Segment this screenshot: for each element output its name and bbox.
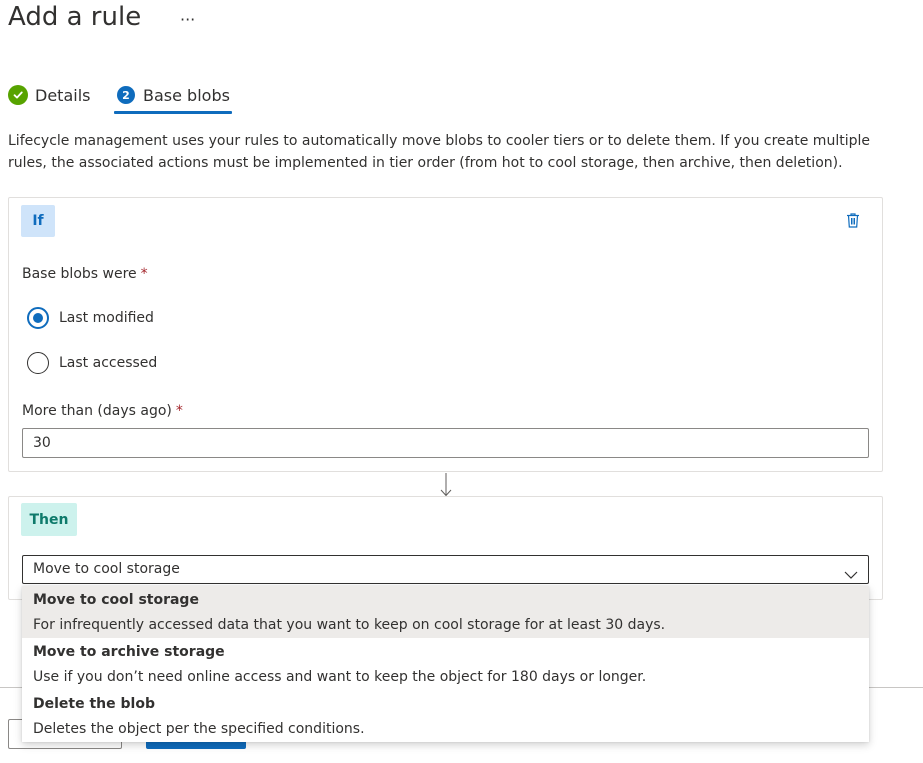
radio-last-modified-label: Last modified [59, 310, 154, 326]
option-title: Delete the blob [33, 696, 155, 712]
radio-dot [33, 313, 43, 323]
radio-last-accessed-label: Last accessed [59, 355, 158, 371]
then-action-card [8, 496, 883, 600]
active-tab-indicator [114, 111, 232, 114]
radio-last-modified[interactable]: Last modified [27, 307, 154, 329]
description-text: Lifecycle management uses your rules to … [8, 133, 870, 171]
action-dropdown-value: Move to cool storage [33, 561, 180, 577]
checkmark-icon [8, 85, 28, 105]
option-description: Use if you don’t need online access and … [33, 669, 647, 685]
days-label-text: More than (days ago) [22, 403, 172, 419]
required-marker: * [175, 403, 183, 419]
option-move-to-archive[interactable]: Move to archive storage Use if you don’t… [22, 638, 869, 690]
tab-base-blobs-label: Base blobs [143, 85, 230, 105]
days-label: More than (days ago) * [22, 403, 183, 419]
more-actions-button[interactable]: ··· [180, 10, 195, 29]
then-chip: Then [21, 503, 77, 536]
radio-button[interactable] [27, 352, 49, 374]
action-dropdown[interactable]: Move to cool storage [22, 555, 869, 584]
radio-button-selected[interactable] [27, 307, 49, 329]
trash-icon[interactable] [844, 211, 862, 233]
base-blobs-label-text: Base blobs were [22, 266, 137, 282]
days-input[interactable]: 30 [22, 428, 869, 458]
if-chip: If [21, 205, 55, 237]
required-marker: * [140, 266, 148, 282]
base-blobs-label: Base blobs were * [22, 266, 148, 282]
option-delete-blob[interactable]: Delete the blob Deletes the object per t… [22, 690, 869, 742]
tab-base-blobs[interactable]: 2 Base blobs [117, 84, 230, 106]
option-description: For infrequently accessed data that you … [33, 617, 666, 633]
option-title: Move to archive storage [33, 644, 225, 660]
option-title: Move to cool storage [33, 592, 199, 608]
step-number-badge: 2 [117, 86, 135, 104]
page-title: Add a rule [8, 2, 142, 32]
radio-last-accessed[interactable]: Last accessed [27, 352, 157, 374]
tab-details[interactable]: Details [8, 84, 90, 106]
tab-details-label: Details [35, 85, 91, 105]
action-dropdown-menu: Move to cool storage For infrequently ac… [22, 586, 869, 742]
option-description: Deletes the object per the specified con… [33, 721, 365, 737]
option-move-to-cool[interactable]: Move to cool storage For infrequently ac… [22, 586, 869, 638]
